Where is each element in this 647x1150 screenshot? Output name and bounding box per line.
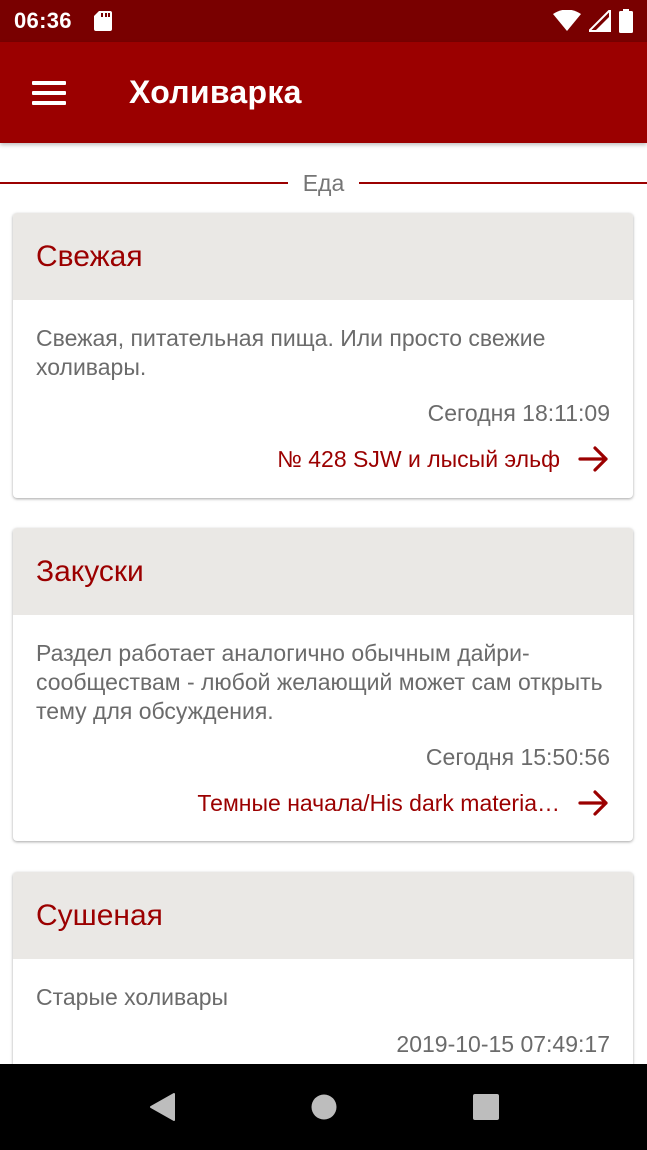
card-description: Старые холивары (36, 984, 229, 1010)
card-title: Сушеная (36, 898, 163, 932)
forum-list[interactable]: Еда Свежая Свежая, питательная пища. Или… (0, 143, 647, 1064)
forum-card[interactable]: Сушеная Старые холивары 2019-10-15 07:49… (13, 872, 633, 1064)
arrow-right-icon (578, 790, 608, 816)
card-title: Закуски (36, 554, 144, 588)
card-description: Раздел работает аналогично обычным дайри… (36, 640, 603, 724)
last-topic-link[interactable]: № 428 SJW и лысый эльф (36, 445, 610, 473)
card-title: Свежая (36, 239, 143, 273)
recents-square-icon (472, 1094, 499, 1120)
nav-back-button[interactable] (81, 1064, 243, 1150)
arrow-right-icon (578, 446, 608, 472)
last-topic-title: № 428 SJW и лысый эльф (277, 445, 560, 472)
back-triangle-icon (149, 1093, 175, 1121)
last-topic-link[interactable]: Темные начала/His dark materia… (36, 789, 610, 817)
section-label: Еда (302, 169, 345, 196)
last-topic-title: Темные начала/His dark materia… (197, 789, 560, 816)
section-header: Еда (0, 167, 647, 199)
menu-button[interactable] (0, 42, 100, 143)
sd-card-icon (93, 11, 112, 31)
app-title: Холиварка (129, 74, 302, 110)
card-description: Свежая, питательная пища. Или просто све… (36, 325, 546, 380)
card-header: Свежая (13, 213, 633, 300)
status-time: 06:36 (14, 8, 72, 33)
wifi-icon (553, 10, 581, 31)
card-header: Сушеная (13, 872, 633, 959)
card-body: Старые холивары 2019-10-15 07:49:17 (13, 959, 633, 1058)
status-icons (553, 9, 633, 33)
card-date: 2019-10-15 07:49:17 (396, 1031, 610, 1057)
status-bar: 06:36 (0, 0, 647, 42)
divider-line (359, 182, 647, 184)
app-bar: Холиварка (0, 42, 647, 143)
home-circle-icon (311, 1094, 336, 1120)
card-body: Раздел работает аналогично обычным дайри… (13, 615, 633, 817)
forum-card[interactable]: Свежая Свежая, питательная пища. Или про… (13, 213, 633, 498)
card-header: Закуски (13, 528, 633, 615)
card-date: Сегодня 15:50:56 (425, 744, 610, 770)
battery-icon (619, 9, 633, 33)
nav-recents-button[interactable] (405, 1064, 567, 1150)
screen: 06:36 Холиварка Еда Свежая Свежая, питат… (0, 0, 647, 1150)
signal-icon (589, 10, 611, 32)
forum-card[interactable]: Закуски Раздел работает аналогично обычн… (13, 528, 633, 841)
divider-line (0, 182, 288, 184)
system-nav-bar (0, 1064, 647, 1150)
card-body: Свежая, питательная пища. Или просто све… (13, 300, 633, 473)
card-date: Сегодня 18:11:09 (427, 400, 610, 426)
hamburger-menu-icon (32, 80, 66, 105)
nav-home-button[interactable] (243, 1064, 405, 1150)
